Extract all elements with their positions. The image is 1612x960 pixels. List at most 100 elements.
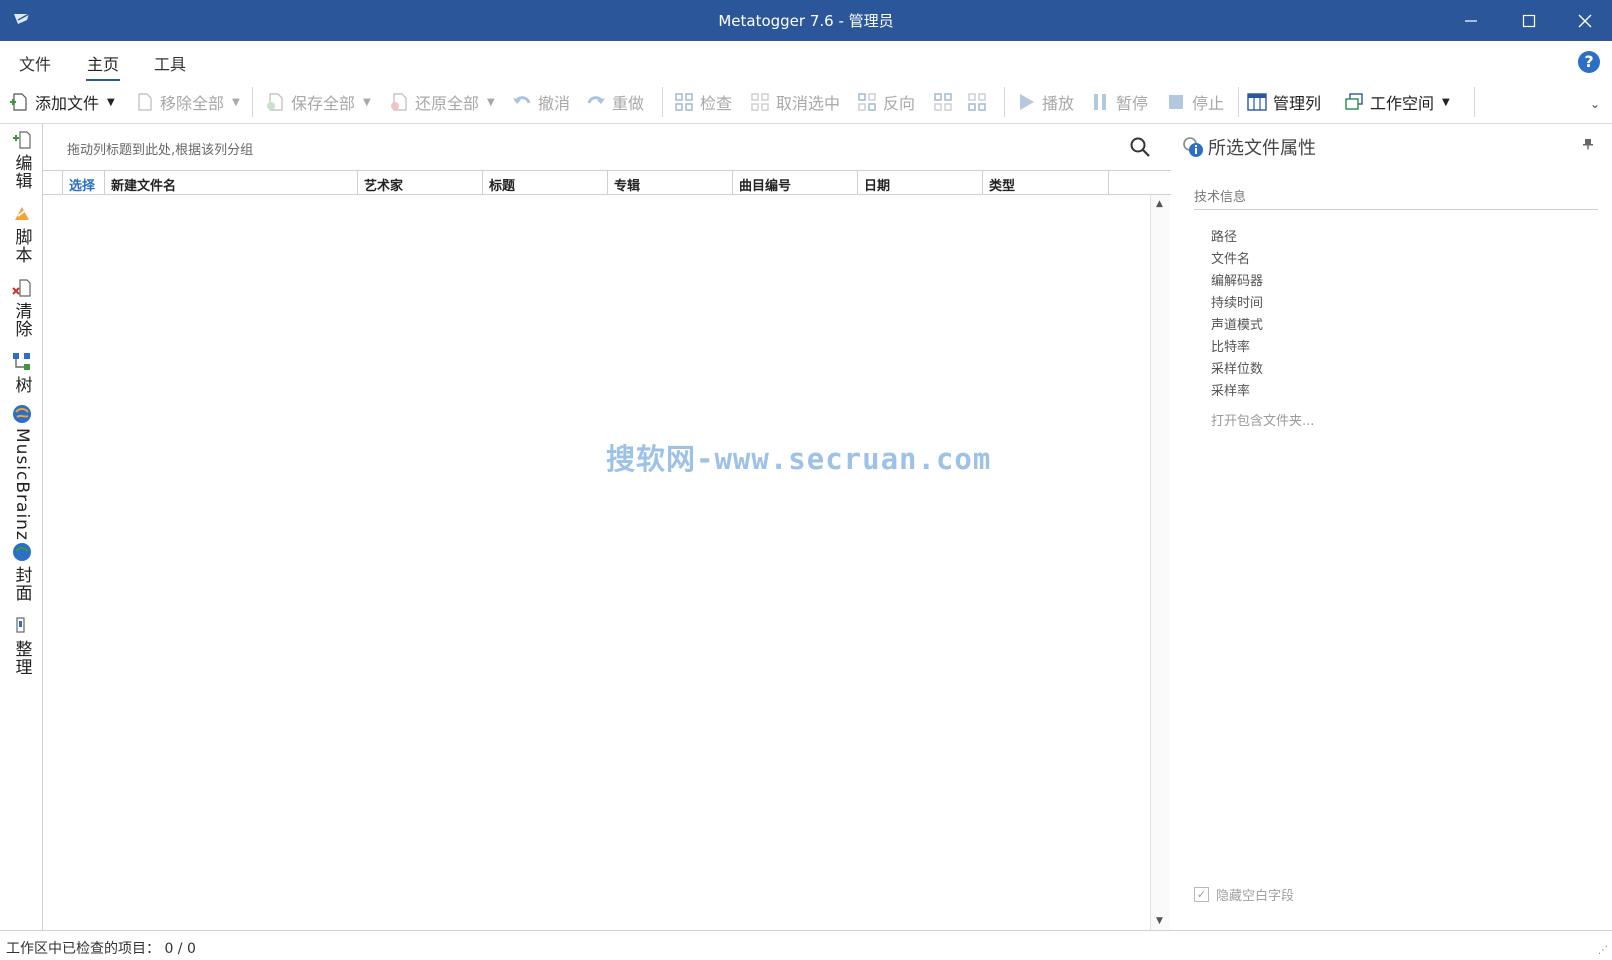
invert-grid-icon — [858, 93, 876, 111]
restore-all-label: 还原全部 — [415, 94, 480, 113]
file-properties-panel: 所选文件属性 技术信息 路径 文件名 编解码器 持续时间 声道模式 比特率 采样… — [1172, 124, 1612, 930]
save-all-button[interactable]: 保存全部 ▼ — [265, 89, 371, 115]
tab-tools[interactable]: 工具 — [154, 51, 186, 75]
chevron-down-icon[interactable]: ▼ — [363, 97, 371, 108]
search-icon[interactable] — [1129, 136, 1151, 158]
tab-home[interactable]: 主页 — [85, 51, 121, 82]
redo-button[interactable]: 重做 — [586, 89, 644, 115]
grid-a-icon — [934, 93, 952, 111]
resize-grip-icon[interactable]: ⋰ — [1598, 945, 1608, 956]
checked-items-status: 工作区中已检查的项目： 0 / 0 — [6, 938, 196, 958]
ribbon-collapse-icon[interactable]: ⌄ — [1590, 97, 1600, 111]
pause-button[interactable]: 暂停 — [1090, 89, 1148, 115]
property-channel-mode: 声道模式 — [1211, 318, 1264, 333]
column-header-date[interactable]: 日期 — [858, 171, 983, 194]
toolbar-divider — [252, 87, 253, 117]
minimize-icon — [1465, 19, 1477, 22]
sidebar-item-script[interactable]: 脚本 — [9, 204, 35, 264]
pause-label: 暂停 — [1116, 94, 1149, 113]
file-grid-panel: 拖动列标题到此处,根据该列分组 选择 新建文件名 艺术家 标题 专辑 曲目编号 … — [43, 124, 1171, 930]
chevron-down-icon[interactable]: ▼ — [487, 97, 495, 108]
uncheck-grid-icon — [751, 93, 769, 111]
property-codec: 编解码器 — [1211, 274, 1264, 289]
sidebar-item-clean[interactable]: 清除 — [9, 278, 35, 338]
check-button[interactable]: 检查 — [674, 89, 732, 115]
pin-icon[interactable] — [1582, 138, 1594, 150]
column-header-row: 选择 新建文件名 艺术家 标题 专辑 曲目编号 日期 类型 — [43, 170, 1171, 195]
sidebar-item-cover[interactable]: 封面 — [9, 542, 35, 602]
column-header-artist[interactable]: 艺术家 — [358, 171, 483, 194]
manage-columns-button[interactable]: 管理列 — [1247, 89, 1321, 115]
tab-file[interactable]: 文件 — [19, 51, 51, 75]
toolbar-divider — [1004, 87, 1005, 117]
stop-label: 停止 — [1192, 94, 1225, 113]
property-filename: 文件名 — [1211, 252, 1251, 267]
remove-all-label: 移除全部 — [160, 94, 225, 113]
undo-button[interactable]: 撤消 — [512, 89, 570, 115]
column-header-genre[interactable]: 类型 — [983, 171, 1109, 194]
add-files-label: 添加文件 — [35, 94, 100, 113]
manage-columns-label: 管理列 — [1273, 94, 1322, 113]
redo-icon — [587, 96, 605, 104]
checked-items-count: 0 / 0 — [164, 941, 196, 957]
maximize-button[interactable] — [1500, 0, 1558, 41]
workspace-button[interactable]: 工作空间 ▼ — [1344, 89, 1450, 115]
file-list-body[interactable] — [43, 195, 1171, 930]
play-label: 播放 — [1042, 94, 1075, 113]
hide-empty-fields-toggle[interactable]: ✓ 隐藏空白字段 — [1194, 885, 1294, 904]
sidebar-item-label: 封面 — [11, 566, 32, 602]
cover-icon — [13, 543, 31, 561]
add-files-button[interactable]: 添加文件 ▼ — [9, 89, 115, 115]
minimize-button[interactable] — [1442, 0, 1500, 41]
scroll-up-icon[interactable]: ▲ — [1156, 199, 1163, 209]
sidebar-item-edit[interactable]: 编辑 — [9, 130, 35, 190]
check-grid-icon — [675, 93, 693, 111]
property-bitrate: 比特率 — [1211, 340, 1251, 355]
select-grid-b-button[interactable] — [967, 89, 993, 115]
close-button[interactable] — [1556, 0, 1612, 41]
property-bit-depth: 采样位数 — [1211, 362, 1264, 377]
toolbar-divider — [662, 87, 663, 117]
group-by-panel[interactable]: 拖动列标题到此处,根据该列分组 — [43, 124, 1171, 170]
chevron-down-icon[interactable]: ▼ — [1442, 97, 1450, 108]
side-panel-bar: 编辑 脚本 清除 树 MusicBrainz 封面 整理 — [0, 124, 43, 930]
workspace-icon — [1345, 93, 1363, 110]
ribbon-tab-bar: 文件 主页 工具 ? — [0, 41, 1612, 82]
ribbon-toolbar: 添加文件 ▼ 移除全部 ▼ 保存全部 ▼ 还原全部 ▼ 撤消 重做 检查 取消选… — [0, 81, 1612, 124]
help-icon[interactable]: ? — [1578, 51, 1600, 73]
close-icon — [1578, 14, 1592, 27]
invert-label: 反向 — [883, 94, 916, 113]
column-header-new-filename[interactable]: 新建文件名 — [105, 171, 358, 194]
sidebar-item-label: 脚本 — [11, 228, 32, 264]
technical-info-header: 技术信息 — [1194, 186, 1598, 210]
sidebar-item-organize[interactable]: 整理 — [9, 616, 35, 676]
remove-all-button[interactable]: 移除全部 ▼ — [134, 89, 240, 115]
add-file-icon — [10, 93, 27, 111]
workspace-label: 工作空间 — [1370, 94, 1435, 113]
column-header-select[interactable]: 选择 — [63, 171, 105, 194]
save-file-icon — [267, 93, 283, 111]
column-header-album[interactable]: 专辑 — [608, 171, 733, 194]
open-folder-link[interactable]: 打开包含文件夹... — [1211, 410, 1314, 429]
vertical-scrollbar[interactable]: ▲ ▼ — [1150, 195, 1170, 930]
play-button[interactable]: 播放 — [1016, 89, 1074, 115]
restore-all-button[interactable]: 还原全部 ▼ — [389, 89, 495, 115]
chevron-down-icon[interactable]: ▼ — [107, 97, 115, 108]
property-duration: 持续时间 — [1211, 296, 1264, 311]
redo-label: 重做 — [612, 94, 645, 113]
column-header-title[interactable]: 标题 — [483, 171, 608, 194]
sidebar-item-tree[interactable]: 树 — [9, 352, 35, 394]
invert-button[interactable]: 反向 — [857, 89, 915, 115]
sidebar-item-label: 树 — [11, 376, 32, 394]
column-header-track-number[interactable]: 曲目编号 — [733, 171, 858, 194]
properties-title: 所选文件属性 — [1208, 138, 1316, 159]
chevron-down-icon[interactable]: ▼ — [232, 97, 240, 108]
scroll-down-icon[interactable]: ▼ — [1156, 916, 1163, 926]
uncheck-button[interactable]: 取消选中 — [750, 89, 840, 115]
stop-button[interactable]: 停止 — [1166, 89, 1224, 115]
check-label: 检查 — [700, 94, 733, 113]
toolbar-divider — [1238, 87, 1239, 117]
hide-empty-checkbox[interactable]: ✓ — [1194, 887, 1209, 902]
select-grid-a-button[interactable] — [933, 89, 959, 115]
sidebar-item-musicbrainz[interactable]: MusicBrainz — [9, 404, 35, 541]
